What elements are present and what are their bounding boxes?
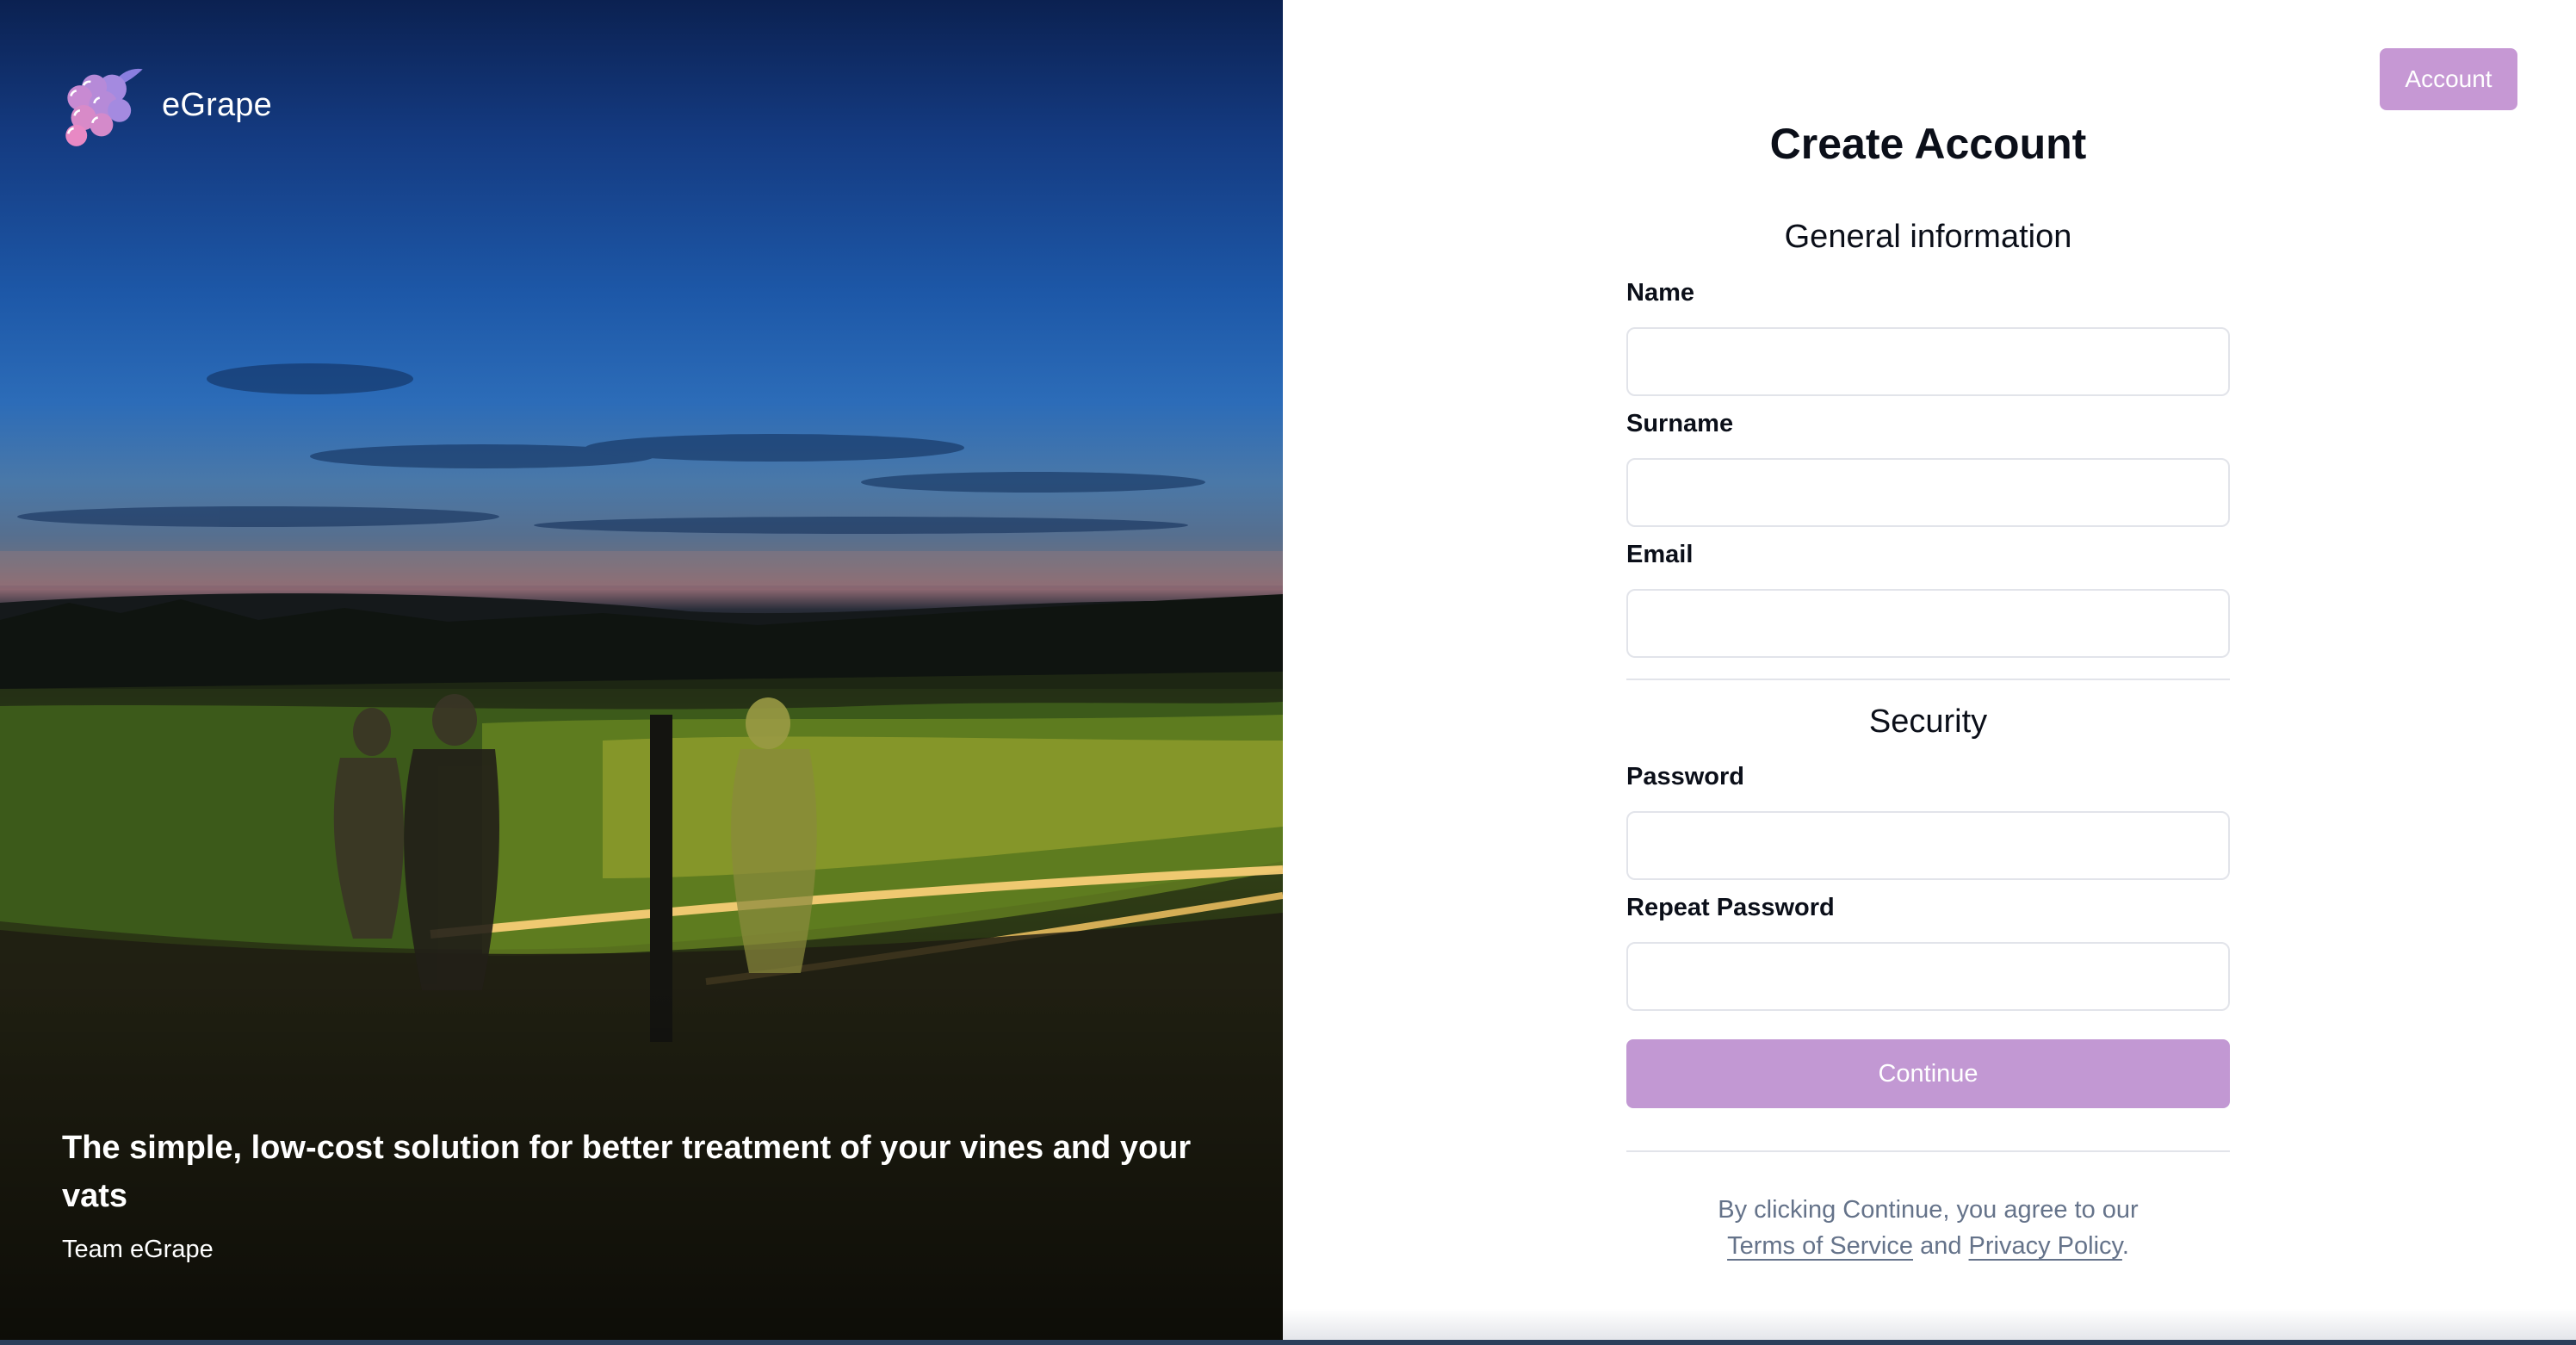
window-bottom-edge [0,1340,2576,1345]
page-title: Create Account [1769,120,2087,168]
hero-panel: eGrape The simple, low-cost solution for… [0,0,1283,1340]
email-input[interactable] [1626,589,2230,658]
section-title-security: Security [1868,703,1988,740]
email-label: Email [1626,541,1694,568]
legal-notice: By clicking Continue, you agree to our T… [1626,1192,2230,1264]
continue-button[interactable]: Continue [1626,1039,2230,1108]
bottom-shadow [1283,1309,2576,1340]
hero-quote: The simple, low-cost solution for better… [62,1124,1198,1264]
section-divider [1626,679,2230,680]
quote-author: Team eGrape [62,1236,214,1263]
surname-input[interactable] [1626,458,2230,527]
name-label: Name [1626,279,1694,307]
name-input[interactable] [1626,327,2230,396]
repeat-password-input[interactable] [1626,942,2230,1011]
brand[interactable]: eGrape [60,60,272,150]
account-button[interactable]: Account [2380,48,2517,110]
password-label: Password [1626,763,1744,790]
repeat-password-label: Repeat Password [1626,894,1835,921]
password-input[interactable] [1626,811,2230,880]
terms-link[interactable]: Terms of Service [1727,1232,1913,1260]
privacy-link[interactable]: Privacy Policy [1969,1232,2122,1260]
legal-prefix: By clicking Continue, you agree to our [1718,1196,2139,1224]
surname-label: Surname [1626,410,1734,437]
section-title-general: General information [1784,219,2072,255]
brand-name: eGrape [162,86,272,123]
legal-suffix: . [2121,1232,2129,1260]
quote-text: The simple, low-cost solution for better… [62,1130,1192,1214]
grape-bunch-icon [65,68,143,146]
legal-divider [1626,1150,2230,1152]
legal-conjunction: and [1920,1232,1962,1260]
